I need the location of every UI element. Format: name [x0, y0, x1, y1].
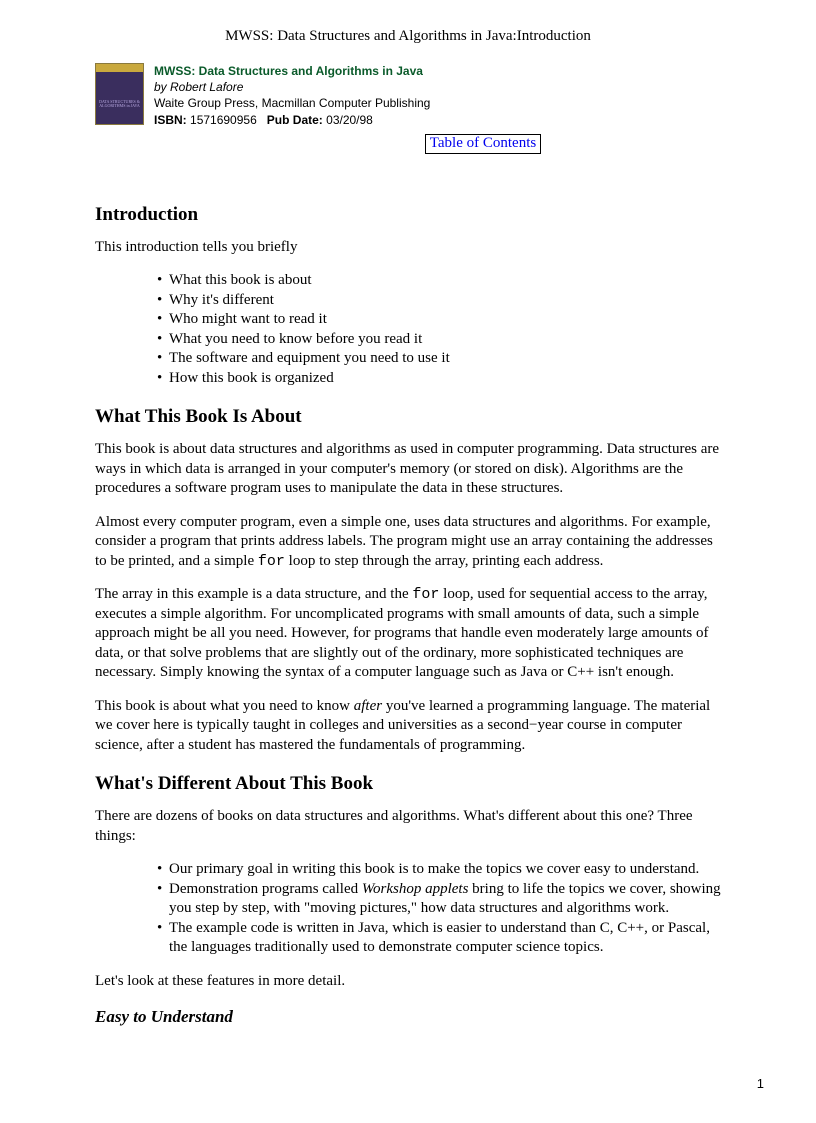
toc-link-container: Table of Contents: [245, 134, 721, 154]
book-info-row: DATA STRUCTURES & ALGORITHMS in JAVA MWS…: [95, 63, 721, 128]
isbn-value: 1571690956: [190, 113, 257, 127]
list-item: Demonstration programs called Workshop a…: [157, 880, 721, 919]
book-publisher: Waite Group Press, Macmillan Computer Pu…: [154, 95, 430, 111]
book-cover-text: DATA STRUCTURES & ALGORITHMS in JAVA: [98, 100, 141, 109]
list-item: Why it's different: [157, 291, 721, 311]
different-p2: Let's look at these features in more det…: [95, 972, 721, 992]
list-item: Our primary goal in writing this book is…: [157, 860, 721, 880]
heading-easy-to-understand: Easy to Understand: [95, 1007, 721, 1027]
pubdate-value: 03/20/98: [326, 113, 373, 127]
intro-bullet-list: What this book is about Why it's differe…: [95, 271, 721, 388]
heading-what-about: What This Book Is About: [95, 406, 721, 428]
italic-span: after: [354, 698, 382, 714]
isbn-label: ISBN:: [154, 113, 187, 127]
text-span: Demonstration programs called: [169, 881, 362, 897]
intro-lead-text: This introduction tells you briefly: [95, 238, 721, 258]
heading-introduction: Introduction: [95, 204, 721, 226]
code-span: for: [258, 553, 285, 570]
about-p4: This book is about what you need to know…: [95, 697, 721, 756]
book-isbn-line: ISBN: 1571690956 Pub Date: 03/20/98: [154, 112, 430, 128]
list-item: What this book is about: [157, 271, 721, 291]
text-span: loop to step through the array, printing…: [285, 553, 604, 569]
about-p2: Almost every computer program, even a si…: [95, 513, 721, 572]
list-item: Who might want to read it: [157, 310, 721, 330]
pubdate-label: Pub Date:: [267, 113, 323, 127]
list-item: The software and equipment you need to u…: [157, 349, 721, 369]
different-p1: There are dozens of books on data struct…: [95, 807, 721, 846]
italic-span: Workshop applets: [362, 881, 469, 897]
text-span: This book is about what you need to know: [95, 698, 354, 714]
book-title: MWSS: Data Structures and Algorithms in …: [154, 63, 430, 79]
about-p1: This book is about data structures and a…: [95, 440, 721, 499]
heading-whats-different: What's Different About This Book: [95, 773, 721, 795]
about-p3: The array in this example is a data stru…: [95, 585, 721, 683]
book-metadata: MWSS: Data Structures and Algorithms in …: [154, 63, 430, 128]
table-of-contents-link[interactable]: Table of Contents: [425, 134, 541, 154]
list-item: How this book is organized: [157, 369, 721, 389]
list-item: The example code is written in Java, whi…: [157, 919, 721, 958]
list-item: What you need to know before you read it: [157, 330, 721, 350]
book-author: by Robert Lafore: [154, 79, 430, 95]
text-span: The array in this example is a data stru…: [95, 586, 412, 602]
content-area: DATA STRUCTURES & ALGORITHMS in JAVA MWS…: [0, 45, 816, 1027]
code-span: for: [412, 586, 439, 603]
different-bullet-list: Our primary goal in writing this book is…: [95, 860, 721, 958]
page-number: 1: [757, 1076, 764, 1091]
page-header: MWSS: Data Structures and Algorithms in …: [0, 0, 816, 45]
book-cover-thumbnail: DATA STRUCTURES & ALGORITHMS in JAVA: [95, 63, 144, 125]
